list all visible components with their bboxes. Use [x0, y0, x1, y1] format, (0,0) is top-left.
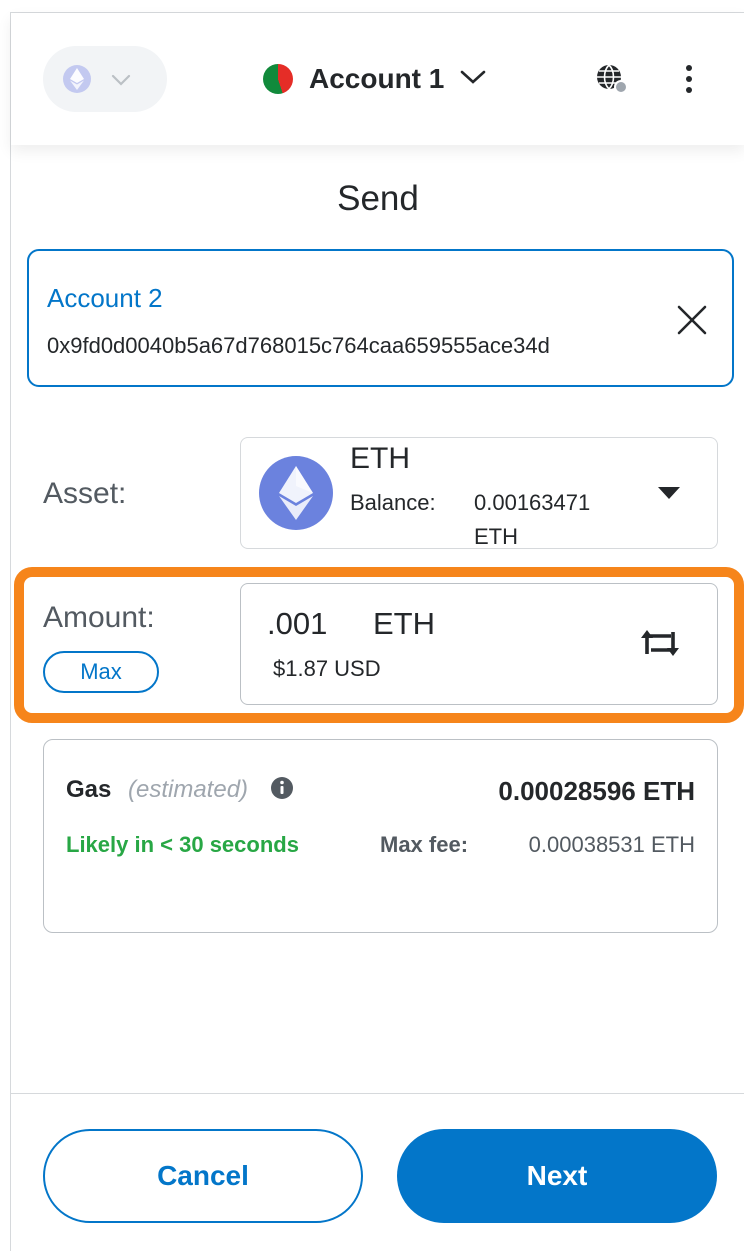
chevron-down-icon: [111, 66, 131, 92]
max-button[interactable]: Max: [43, 651, 159, 693]
fiat-value: $1.87 USD: [273, 656, 381, 681]
account-avatar: [263, 64, 293, 94]
cancel-button[interactable]: Cancel: [43, 1129, 363, 1223]
network-selector[interactable]: [43, 46, 167, 112]
gas-estimated-label: (estimated): [128, 776, 249, 803]
send-screen: Account 1 Send Account 2 0x9fd0d0040b5a6…: [10, 12, 744, 1251]
account-switcher[interactable]: Account 1: [263, 57, 486, 101]
globe-icon[interactable]: [595, 63, 629, 95]
max-fee-label: Max fee:: [380, 832, 469, 857]
gas-fee-card: Gas (estimated) 0.00028596 ETH Likely in…: [43, 739, 718, 933]
swap-icon[interactable]: [637, 628, 683, 658]
recipient-card[interactable]: Account 2 0x9fd0d0040b5a67d768015c764caa…: [27, 249, 734, 387]
info-icon[interactable]: [270, 776, 294, 800]
asset-label: Asset:: [43, 477, 127, 510]
kebab-menu-icon[interactable]: [679, 63, 699, 95]
close-icon[interactable]: [675, 303, 709, 337]
amount-input[interactable]: .001 ETH $1.87 USD: [240, 583, 718, 705]
asset-symbol: ETH: [350, 442, 410, 475]
balance-unit: ETH: [474, 524, 518, 549]
account-name: Account 1: [309, 63, 445, 94]
max-fee-value: 0.00038531 ETH: [528, 832, 695, 857]
amount-unit: ETH: [373, 606, 435, 641]
gas-title: Gas: [66, 776, 112, 803]
recipient-name: Account 2: [47, 283, 163, 313]
recipient-address: 0x9fd0d0040b5a67d768015c764caa659555ace3…: [47, 333, 550, 358]
amount-label: Amount:: [43, 601, 155, 634]
gas-time-estimate: Likely in < 30 seconds: [66, 832, 299, 857]
app-header: Account 1: [11, 13, 744, 145]
balance-label: Balance:: [350, 490, 436, 515]
chevron-down-icon: [460, 69, 486, 90]
page-title: Send: [337, 179, 419, 218]
eth-icon: [63, 65, 91, 93]
caret-down-icon: [658, 487, 680, 499]
amount-value: .001: [267, 606, 328, 641]
eth-logo-icon: [259, 456, 333, 530]
gas-amount: 0.00028596 ETH: [498, 776, 695, 806]
footer-divider: [11, 1093, 744, 1094]
balance-amount: 0.00163471: [474, 490, 591, 515]
asset-selector[interactable]: ETH Balance: 0.00163471 ETH: [240, 437, 718, 549]
next-button[interactable]: Next: [397, 1129, 717, 1223]
